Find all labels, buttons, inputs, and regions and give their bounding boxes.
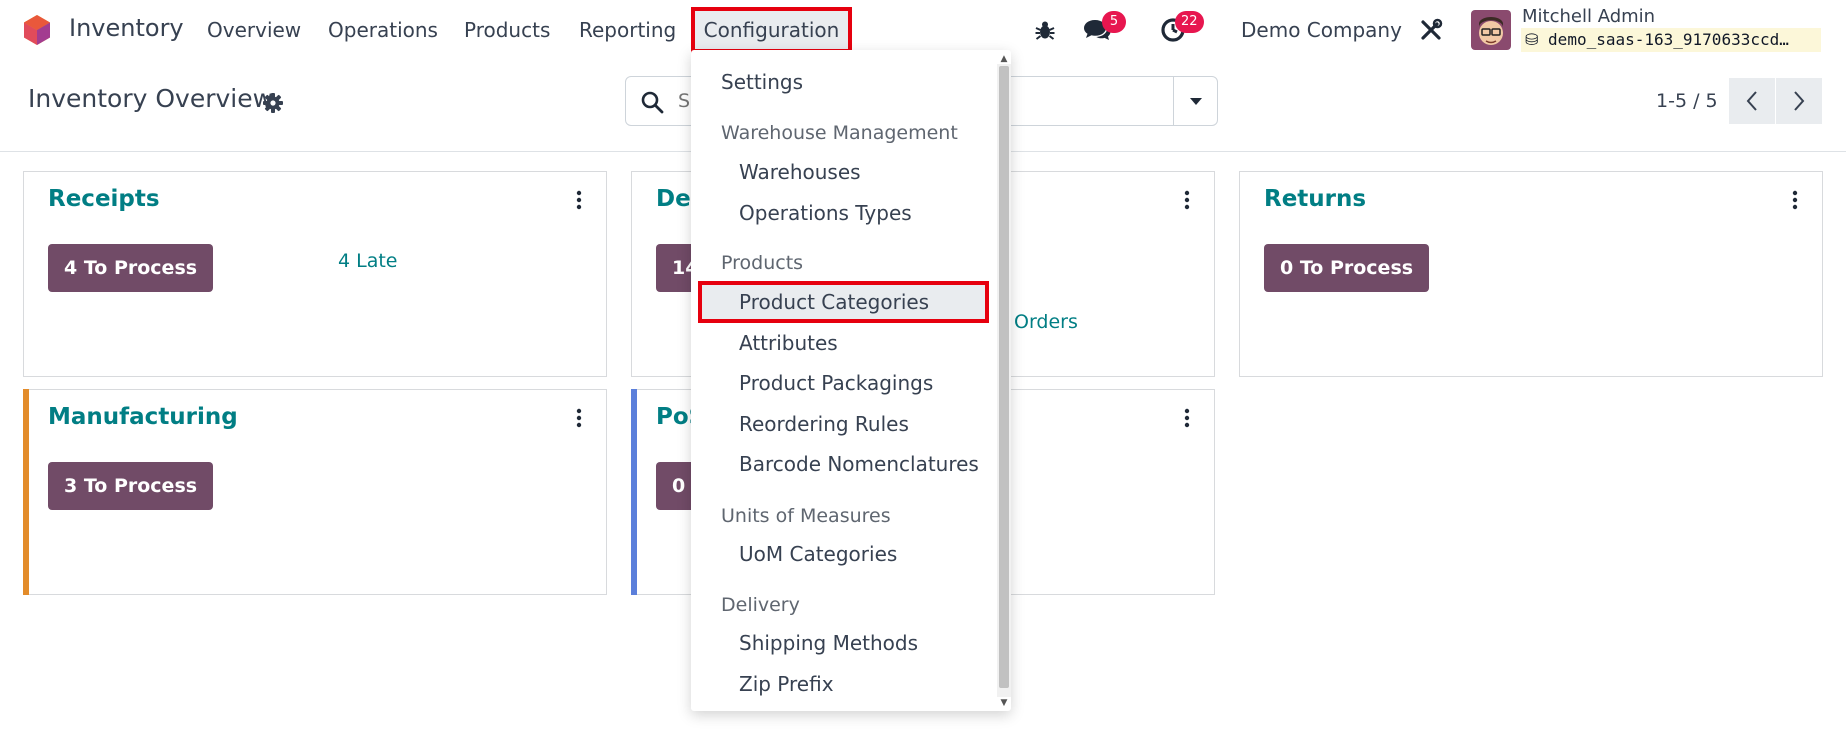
pager-value[interactable]: 1-5 / 5 [1656,90,1718,112]
page-title: Inventory Overview [28,84,274,113]
card-title[interactable]: Returns [1264,186,1366,212]
kebab-menu-icon[interactable] [574,190,584,210]
inventory-app-icon[interactable] [20,13,54,47]
section-header-delivery: Delivery [721,594,800,616]
menu-item-shipping-methods[interactable]: Shipping Methods [691,631,997,655]
activities-badge: 22 [1175,11,1204,33]
card-accent-bar [631,389,637,595]
chevron-left-icon [1746,91,1757,111]
pager-previous-button[interactable] [1729,78,1775,124]
kebab-menu-icon[interactable] [1182,190,1192,210]
menu-item-warehouses[interactable]: Warehouses [691,160,997,184]
debug-icon[interactable] [1031,16,1059,44]
configuration-dropdown: Settings Warehouse Management Warehouses… [691,50,1011,711]
menu-item-product-categories[interactable]: Product Categories [691,290,997,314]
search-icon [641,91,664,114]
menu-reporting[interactable]: Reporting [579,18,676,42]
card-title[interactable]: Receipts [48,186,160,212]
menu-item-product-packagings[interactable]: Product Packagings [691,371,997,395]
menu-item-operations-types[interactable]: Operations Types [691,201,997,225]
menu-configuration[interactable]: Configuration [691,7,852,53]
section-header-products: Products [721,252,804,274]
user-avatar[interactable] [1471,10,1511,50]
kebab-menu-icon[interactable] [574,408,584,428]
database-name: ⛁ demo_saas-163_9170633ccd… [1521,28,1821,52]
card-returns: Returns 0 To Process [1239,171,1823,377]
menu-item-reordering-rules[interactable]: Reordering Rules [691,412,997,436]
menu-overview[interactable]: Overview [207,18,301,42]
pager-next-button[interactable] [1776,78,1822,124]
card-accent-bar [23,389,29,595]
database-label: demo_saas-163_9170633ccd… [1548,30,1789,49]
gear-icon[interactable] [262,92,284,114]
menu-operations[interactable]: Operations [328,18,438,42]
search-options-toggle[interactable] [1173,77,1217,125]
card-manufacturing: Manufacturing 3 To Process [23,389,607,595]
receipts-to-process-button[interactable]: 4 To Process [48,244,214,292]
database-icon: ⛁ [1525,30,1539,49]
card-receipts: Receipts 4 To Process 4 Late [23,171,607,377]
menu-configuration-label: Configuration [703,18,840,42]
menu-item-zip-prefix[interactable]: Zip Prefix [691,672,997,696]
receipts-late-link[interactable]: 4 Late [338,250,398,272]
scroll-down-arrow-icon[interactable]: ▼ [999,698,1009,708]
section-header-warehouse-management: Warehouse Management [721,122,958,144]
menu-item-barcode-nomenclatures[interactable]: Barcode Nomenclatures [691,452,997,476]
chevron-right-icon [1794,91,1805,111]
messages-badge: 5 [1102,11,1126,33]
tools-icon[interactable] [1417,16,1445,44]
dropdown-scrollbar-thumb[interactable] [999,66,1009,688]
kebab-menu-icon[interactable] [1182,408,1192,428]
manufacturing-to-process-button[interactable]: 3 To Process [48,462,214,510]
delivery-link-3[interactable]: Orders [1014,311,1078,333]
menu-item-uom-categories[interactable]: UoM Categories [691,542,997,566]
kebab-menu-icon[interactable] [1790,190,1800,210]
menu-item-settings[interactable]: Settings [691,70,997,94]
company-switcher[interactable]: Demo Company [1241,18,1402,42]
menu-products[interactable]: Products [464,18,550,42]
app-name[interactable]: Inventory [69,14,184,42]
user-name[interactable]: Mitchell Admin [1522,6,1655,27]
scroll-up-arrow-icon[interactable]: ▲ [999,54,1009,64]
caret-down-icon [1189,98,1202,105]
returns-to-process-button[interactable]: 0 To Process [1264,244,1430,292]
menu-item-attributes[interactable]: Attributes [691,331,997,355]
card-title[interactable]: Manufacturing [48,404,238,430]
section-header-units-of-measures: Units of Measures [721,505,891,527]
